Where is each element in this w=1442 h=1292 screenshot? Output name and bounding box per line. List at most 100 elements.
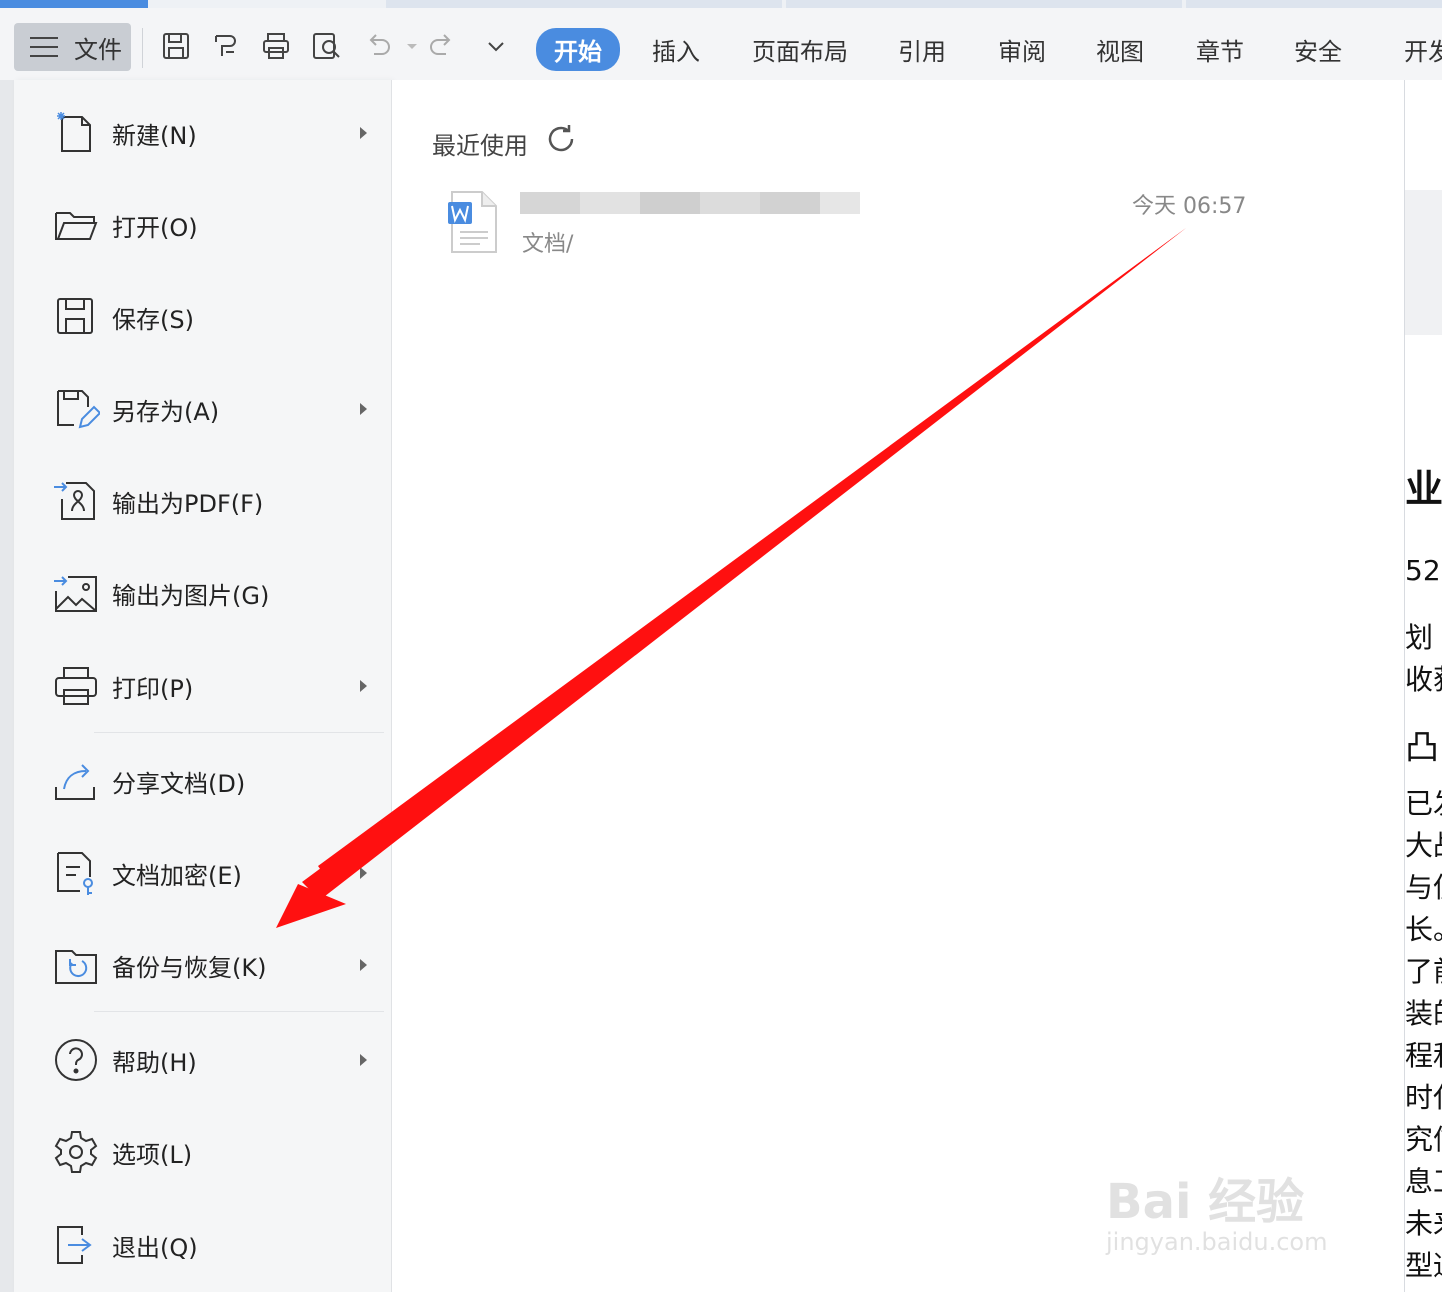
menu-divider <box>94 732 384 733</box>
recent-file-path: 文档/ <box>522 232 574 257</box>
print-icon[interactable] <box>260 30 292 62</box>
hamburger-icon <box>30 37 58 57</box>
tab-view[interactable]: 视图 <box>1096 32 1144 67</box>
print-preview-icon[interactable] <box>310 30 342 62</box>
submenu-arrow-icon <box>360 680 367 692</box>
menu-item-label: 输出为图片(G) <box>112 581 270 610</box>
save-as-icon <box>52 385 102 433</box>
document-text: 凸 <box>1405 728 1439 768</box>
menu-item-export-image[interactable]: 输出为图片(G) <box>14 558 392 628</box>
document-text: 究信 <box>1405 1123 1442 1156</box>
customize-dropdown-icon[interactable] <box>480 30 512 62</box>
window-tab[interactable] <box>386 0 782 8</box>
file-menu-button[interactable]: 文件 <box>14 23 131 71</box>
menu-item-label: 打开(O) <box>112 213 198 242</box>
new-document-icon <box>52 109 100 157</box>
tab-security[interactable]: 安全 <box>1294 32 1342 67</box>
document-text: 长。 <box>1405 913 1442 946</box>
ribbon-toolbar: 文件 开始 插入 页面布局 引用 审阅 视图 章节 安全 开发 <box>0 8 1442 80</box>
redacted-filename <box>520 192 860 214</box>
help-icon <box>52 1036 100 1084</box>
menu-item-label: 帮助(H) <box>112 1048 197 1077</box>
menu-item-label: 打印(P) <box>112 674 194 703</box>
document-text: 型通 <box>1405 1249 1442 1282</box>
menu-item-label: 退出(Q) <box>112 1233 198 1262</box>
submenu-arrow-icon <box>360 867 367 879</box>
menu-item-label: 输出为PDF(F) <box>112 489 264 518</box>
submenu-arrow-icon <box>360 1054 367 1066</box>
document-text: 业 <box>1405 467 1442 511</box>
menu-item-backup-restore[interactable]: 备份与恢复(K) <box>14 930 392 1000</box>
exit-icon <box>52 1221 100 1269</box>
menu-item-share[interactable]: 分享文档(D) <box>14 746 392 816</box>
document-text: 大战 <box>1405 829 1442 862</box>
menu-item-label: 备份与恢复(K) <box>112 953 267 982</box>
document-text: 程和 <box>1405 1039 1442 1072</box>
document-text: 与侦 <box>1405 871 1442 904</box>
file-menu-label: 文件 <box>74 35 122 64</box>
toolbar-divider <box>142 28 143 68</box>
document-text: 522 <box>1405 554 1442 587</box>
tab-references[interactable]: 引用 <box>898 32 946 67</box>
menu-item-help[interactable]: 帮助(H) <box>14 1025 392 1095</box>
menu-item-print[interactable]: 打印(P) <box>14 651 392 721</box>
submenu-arrow-icon <box>360 127 367 139</box>
tab-developer[interactable]: 开发 <box>1404 32 1442 67</box>
word-document-icon <box>444 190 500 254</box>
menu-item-label: 新建(N) <box>112 121 197 150</box>
document-text: 收获 <box>1405 663 1442 696</box>
document-text: 了前 <box>1405 955 1442 988</box>
watermark-logo-text: Bai 经验 <box>1106 1174 1305 1230</box>
tab-review[interactable]: 审阅 <box>998 32 1046 67</box>
menu-item-encrypt[interactable]: 文档加密(E) <box>14 838 392 908</box>
recent-files-panel: 最近使用 文档/ 今天 06:57 <box>392 80 1404 1292</box>
save-icon[interactable] <box>160 30 192 62</box>
print-icon <box>52 662 100 710</box>
submenu-arrow-icon <box>360 403 367 415</box>
redo-icon[interactable] <box>426 30 458 62</box>
document-text: 已发 <box>1405 787 1442 820</box>
document-text: 划 <box>1405 621 1434 654</box>
encrypt-document-icon <box>52 849 100 897</box>
menu-item-export-pdf[interactable]: 输出为PDF(F) <box>14 466 392 536</box>
watermark-url: jingyan.baidu.com <box>1106 1228 1328 1256</box>
save-icon <box>52 293 100 341</box>
export-pdf-icon <box>52 477 100 525</box>
baidu-watermark: Bai 经验 jingyan.baidu.com <box>1106 1140 1366 1270</box>
tab-insert[interactable]: 插入 <box>652 32 700 67</box>
window-tab[interactable] <box>786 0 1182 8</box>
document-text: 未来 <box>1405 1207 1442 1240</box>
recent-file-time: 今天 06:57 <box>1132 194 1247 219</box>
tab-section[interactable]: 章节 <box>1196 32 1244 67</box>
document-page[interactable]: 业 522 划 收获 凸 已发 大战 与侦 长。 了前 装的 程和 时代 究信 … <box>1404 80 1442 1292</box>
backup-restore-icon <box>52 941 100 989</box>
submenu-arrow-icon <box>360 959 367 971</box>
menu-item-label: 选项(L) <box>112 1140 193 1169</box>
tab-page-layout[interactable]: 页面布局 <box>752 32 848 67</box>
menu-item-label: 另存为(A) <box>112 397 220 426</box>
window-tab-strip <box>0 0 1442 8</box>
share-icon <box>52 757 100 805</box>
active-window-tab[interactable] <box>0 0 148 8</box>
menu-item-save[interactable]: 保存(S) <box>14 282 392 352</box>
open-folder-icon <box>52 201 100 249</box>
export-image-icon <box>52 569 100 617</box>
file-menu-panel: 新建(N) 打开(O) 保存(S) 另存为(A) 输出为PDF(F) 输出为图片… <box>14 80 392 1292</box>
refresh-icon[interactable] <box>544 122 578 156</box>
undo-icon[interactable] <box>362 30 394 62</box>
gear-icon <box>52 1128 100 1176</box>
menu-item-options[interactable]: 选项(L) <box>14 1117 392 1187</box>
menu-item-exit[interactable]: 退出(Q) <box>14 1210 392 1280</box>
ribbon-background-strip <box>1405 190 1442 335</box>
document-text: 装的 <box>1405 997 1442 1030</box>
menu-divider <box>94 1011 384 1012</box>
menu-item-new[interactable]: 新建(N) <box>14 98 392 168</box>
tab-home[interactable]: 开始 <box>536 28 620 71</box>
window-tab[interactable] <box>1186 0 1442 8</box>
menu-item-label: 分享文档(D) <box>112 769 246 798</box>
menu-item-label: 保存(S) <box>112 305 194 334</box>
menu-item-save-as[interactable]: 另存为(A) <box>14 374 392 444</box>
format-painter-icon[interactable] <box>210 30 242 62</box>
menu-item-open[interactable]: 打开(O) <box>14 190 392 260</box>
undo-dropdown-icon[interactable] <box>396 30 417 62</box>
